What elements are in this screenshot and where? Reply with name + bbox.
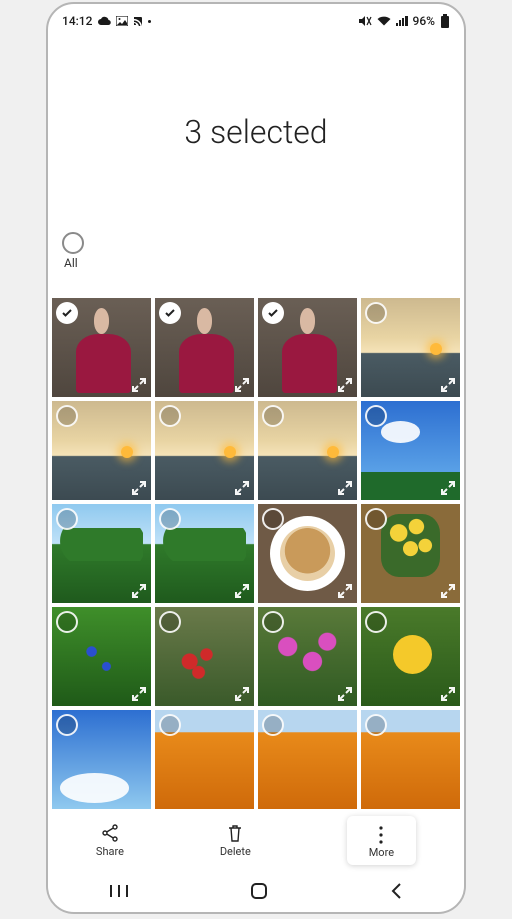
expand-icon[interactable] [234,377,250,393]
gallery-thumb[interactable] [361,710,460,809]
checkmark-unselected-icon[interactable] [159,508,181,530]
expand-icon[interactable] [131,377,147,393]
gallery-thumb[interactable] [155,504,254,603]
phone-screen: 14:12 96% 3 selected All Share [46,2,466,914]
gallery-thumb[interactable] [52,710,151,809]
signal-icon [396,16,408,26]
checkmark-unselected-icon[interactable] [159,714,181,736]
checkmark-unselected-icon[interactable] [262,508,284,530]
status-right: 96% [358,14,450,28]
more-indicator-dot [148,20,151,23]
gallery-scroll[interactable] [48,298,464,810]
expand-icon[interactable] [337,480,353,496]
gallery-thumb[interactable] [361,401,460,500]
select-all-checkbox[interactable] [62,232,84,254]
expand-icon[interactable] [440,583,456,599]
checkmark-unselected-icon[interactable] [365,714,387,736]
gallery-thumb[interactable] [155,401,254,500]
gallery-grid [48,298,464,809]
gallery-thumb[interactable] [52,298,151,397]
recents-button[interactable] [109,883,129,899]
expand-icon[interactable] [234,480,250,496]
status-bar: 14:12 96% [48,4,464,32]
wifi-icon [377,16,391,26]
share-button[interactable]: Share [96,823,124,858]
home-button[interactable] [250,882,268,900]
gallery-thumb[interactable] [361,298,460,397]
delete-label: Delete [220,845,251,858]
expand-icon[interactable] [131,480,147,496]
gallery-thumb[interactable] [258,504,357,603]
checkmark-unselected-icon[interactable] [262,405,284,427]
gallery-thumb[interactable] [52,401,151,500]
selection-header: 3 selected [48,32,464,232]
battery-icon [440,14,450,28]
back-button[interactable] [389,882,403,900]
select-all-label: All [64,256,450,270]
gallery-thumb[interactable] [52,607,151,706]
checkmark-unselected-icon[interactable] [56,611,78,633]
checkmark-selected-icon[interactable] [159,302,181,324]
clock: 14:12 [62,14,92,28]
checkmark-unselected-icon[interactable] [159,611,181,633]
checkmark-selected-icon[interactable] [56,302,78,324]
gallery-thumb[interactable] [155,607,254,706]
page-title: 3 selected [184,113,327,151]
battery-percent: 96% [413,14,435,28]
gallery-thumb[interactable] [155,710,254,809]
checkmark-unselected-icon[interactable] [262,714,284,736]
more-label: More [369,846,394,859]
gallery-thumb[interactable] [52,504,151,603]
expand-icon[interactable] [337,377,353,393]
trash-icon [226,823,244,843]
expand-icon[interactable] [337,686,353,702]
cast-icon [133,16,143,26]
checkmark-unselected-icon[interactable] [365,611,387,633]
gallery-thumb[interactable] [258,607,357,706]
cloud-icon [97,16,111,26]
checkmark-unselected-icon[interactable] [56,405,78,427]
status-left: 14:12 [62,14,151,28]
checkmark-unselected-icon[interactable] [159,405,181,427]
delete-button[interactable]: Delete [220,823,251,858]
select-all-row[interactable]: All [48,232,464,278]
checkmark-unselected-icon[interactable] [365,405,387,427]
expand-icon[interactable] [131,686,147,702]
system-nav-bar [48,870,464,912]
checkmark-unselected-icon[interactable] [56,714,78,736]
gallery-thumb[interactable] [155,298,254,397]
checkmark-selected-icon[interactable] [262,302,284,324]
checkmark-unselected-icon[interactable] [365,508,387,530]
gallery-thumb[interactable] [258,401,357,500]
checkmark-unselected-icon[interactable] [365,302,387,324]
expand-icon[interactable] [440,377,456,393]
expand-icon[interactable] [234,583,250,599]
expand-icon[interactable] [440,686,456,702]
more-button[interactable]: More [347,816,416,865]
checkmark-unselected-icon[interactable] [262,611,284,633]
share-label: Share [96,845,124,858]
mute-icon [358,15,372,27]
image-icon [116,16,128,26]
expand-icon[interactable] [234,686,250,702]
expand-icon[interactable] [440,480,456,496]
share-icon [100,823,120,843]
gallery-thumb[interactable] [361,607,460,706]
gallery-thumb[interactable] [258,298,357,397]
gallery-thumb[interactable] [361,504,460,603]
bottom-action-bar: Share Delete More [48,810,464,870]
checkmark-unselected-icon[interactable] [56,508,78,530]
more-vertical-icon [378,826,384,844]
expand-icon[interactable] [337,583,353,599]
expand-icon[interactable] [131,583,147,599]
gallery-thumb[interactable] [258,710,357,809]
